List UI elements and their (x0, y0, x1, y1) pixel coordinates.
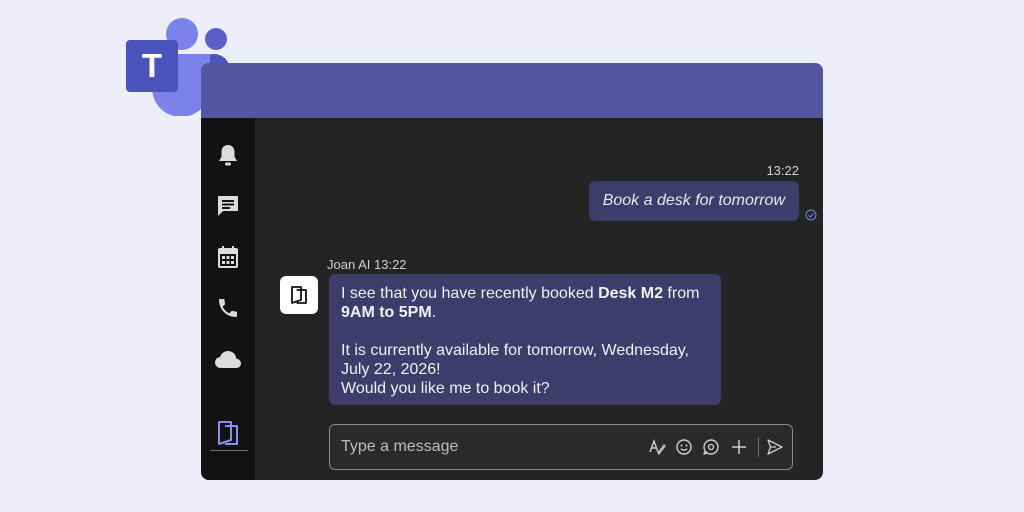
sidebar-item-chat[interactable] (213, 191, 243, 221)
sidebar-item-files[interactable] (213, 344, 243, 374)
title-bar (201, 63, 823, 118)
emoji-button[interactable] (673, 436, 695, 458)
chat-pane: 13:22 Book a desk for tomorrow Joan AI 1… (255, 118, 823, 480)
message-text: July 22, 2026! (341, 361, 441, 378)
incoming-timestamp: 13:22 (374, 257, 407, 272)
sidebar-item-activity[interactable] (213, 140, 243, 170)
sidebar-item-joan[interactable] (213, 418, 243, 448)
app-rail (201, 118, 255, 480)
plus-icon (732, 440, 746, 454)
send-icon (767, 439, 783, 455)
cloud-icon (215, 351, 241, 368)
format-button[interactable] (646, 436, 668, 458)
joan-logo-icon (291, 286, 307, 304)
emoji-icon (676, 439, 692, 455)
composer-divider (758, 437, 759, 457)
joan-app-icon (218, 421, 238, 445)
message-text: . (431, 304, 437, 321)
outgoing-timestamp: 13:22 (766, 163, 799, 178)
read-receipt-icon (805, 209, 817, 221)
bell-icon (219, 145, 237, 166)
incoming-sender-meta: Joan AI 13:22 (327, 257, 407, 272)
message-text: Would you like me to book it? (341, 380, 550, 397)
sidebar-item-calls[interactable] (213, 293, 243, 323)
message-input[interactable] (330, 425, 630, 469)
message-text: from (662, 285, 700, 302)
calendar-icon (218, 246, 238, 268)
teams-window: 13:22 Book a desk for tomorrow Joan AI 1… (201, 63, 823, 480)
sticker-button[interactable] (700, 436, 722, 458)
bot-avatar[interactable] (280, 276, 318, 314)
phone-icon (219, 299, 237, 317)
sticker-icon (703, 439, 719, 455)
sidebar-item-calendar[interactable] (213, 242, 243, 272)
rail-divider (210, 450, 248, 451)
message-composer (329, 424, 793, 470)
chat-icon (218, 196, 238, 216)
message-text: I see that you have recently booked (341, 285, 599, 302)
message-desk: Desk M2 (598, 285, 663, 302)
sender-name: Joan AI (327, 257, 371, 272)
incoming-message: I see that you have recently booked Desk… (329, 274, 721, 405)
send-button[interactable] (764, 436, 786, 458)
outgoing-message: Book a desk for tomorrow (588, 181, 799, 221)
format-icon (649, 438, 666, 455)
message-text: It is currently available for tomorrow, … (341, 342, 689, 359)
add-attachment-button[interactable] (728, 436, 750, 458)
teams-logo-letter: T (142, 47, 162, 84)
message-time-range: 9AM to 5PM (341, 304, 432, 321)
